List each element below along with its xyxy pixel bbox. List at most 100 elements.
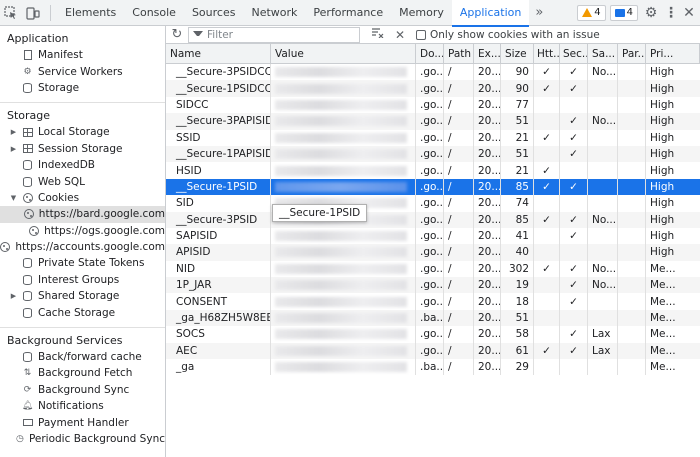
sidebar-item-cache-storage[interactable]: Cache Storage bbox=[0, 304, 165, 320]
column-header-priority[interactable]: Pri... bbox=[646, 44, 700, 63]
sidebar-item-private-state-tokens[interactable]: Private State Tokens bbox=[0, 255, 165, 271]
table-row[interactable]: APISID .go.../20... 40 High bbox=[166, 244, 700, 261]
sidebar-item-periodic-background-sync[interactable]: ◷ Periodic Background Sync bbox=[0, 431, 165, 447]
column-header-value[interactable]: Value bbox=[271, 44, 416, 63]
section-divider bbox=[0, 326, 165, 328]
sidebar-item-payment-handler[interactable]: Payment Handler bbox=[0, 414, 165, 430]
column-header-domain[interactable]: Do... bbox=[416, 44, 444, 63]
table-row[interactable]: __Secure-1PSID .go.../20... 85 ✓ ✓ High bbox=[166, 178, 700, 196]
only-issues-checkbox-row[interactable]: Only show cookies with an issue bbox=[416, 29, 600, 41]
cell-name: CONSENT bbox=[166, 293, 271, 310]
cell-partition-key bbox=[618, 129, 646, 146]
inspect-element-icon[interactable] bbox=[0, 0, 22, 26]
cell-priority: Me... bbox=[650, 295, 676, 308]
table-row[interactable]: _ga .ba.../20... 29 Me... bbox=[166, 359, 700, 376]
sidebar-item-shared-storage[interactable]: ▶ Shared Storage bbox=[0, 288, 165, 304]
tab-elements[interactable]: Elements bbox=[57, 0, 124, 26]
cell-expires: 20... bbox=[474, 80, 501, 97]
database-icon bbox=[22, 82, 33, 93]
tab-network[interactable]: Network bbox=[243, 0, 305, 26]
column-header-httponly[interactable]: Htt... bbox=[534, 44, 560, 63]
tab-performance[interactable]: Performance bbox=[305, 0, 391, 26]
sidebar-item-indexeddb[interactable]: IndexedDB bbox=[0, 157, 165, 173]
column-header-size[interactable]: Size bbox=[501, 44, 534, 63]
column-header-name[interactable]: Name bbox=[166, 44, 271, 63]
warnings-badge[interactable]: 4 bbox=[577, 4, 606, 21]
cell-size: 77 bbox=[501, 96, 534, 114]
table-row[interactable]: __Secure-1PAPISID .go.../20... 51 ✓ High bbox=[166, 145, 700, 163]
more-options-icon[interactable]: ⋮ bbox=[664, 4, 678, 22]
table-row[interactable]: SAPISID .go.../20... 41 ✓ High bbox=[166, 227, 700, 245]
table-row[interactable]: SSID .go.../20... 21 ✓ ✓ High bbox=[166, 129, 700, 146]
sidebar-item-storage[interactable]: Storage bbox=[0, 80, 165, 96]
delete-selected-icon[interactable]: ✕ bbox=[392, 28, 408, 42]
close-devtools-icon[interactable]: ✕ bbox=[682, 4, 696, 22]
sidebar-item-label: Storage bbox=[38, 81, 80, 94]
sidebar-item-back-forward-cache[interactable]: Back/forward cache bbox=[0, 349, 165, 365]
column-header-samesite[interactable]: Sa... bbox=[588, 44, 618, 63]
table-row[interactable]: HSID .go.../20... 21 ✓ High bbox=[166, 162, 700, 179]
column-header-secure[interactable]: Sec... bbox=[560, 44, 588, 63]
sidebar-item-manifest[interactable]: Manifest bbox=[0, 47, 165, 63]
clear-filtered-icon[interactable] bbox=[370, 28, 386, 41]
cell-path: / bbox=[444, 211, 474, 228]
expand-arrow-icon[interactable]: ▶ bbox=[9, 145, 18, 153]
table-row[interactable]: _ga_H68ZH5W8EE .ba.../20... 51 Me... bbox=[166, 309, 700, 327]
cell-size: 51 bbox=[501, 309, 534, 327]
messages-badge[interactable]: 4 bbox=[609, 4, 638, 21]
cell-path: / bbox=[444, 80, 474, 97]
tab-console[interactable]: Console bbox=[124, 0, 184, 26]
cell-partition-key bbox=[618, 309, 646, 327]
table-row[interactable]: __Secure-3PSID .go.../20... 85 ✓ ✓ No... High bbox=[166, 211, 700, 228]
sidebar-item-background-sync[interactable]: ⟳ Background Sync bbox=[0, 382, 165, 398]
sidebar-item-notifications[interactable]: 🔔︎ Notifications bbox=[0, 398, 165, 414]
sidebar-item-label: https://bard.google.com bbox=[38, 208, 165, 221]
cell-name: _ga_H68ZH5W8EE bbox=[166, 309, 271, 327]
sidebar-item-background-fetch[interactable]: ⇅ Background Fetch bbox=[0, 365, 165, 381]
column-header-expires[interactable]: Ex... bbox=[474, 44, 501, 63]
table-row[interactable]: 1P_JAR .go.../20... 19 ✓ No... Me... bbox=[166, 277, 700, 294]
table-row[interactable]: SIDCC .go.../20... 77 High bbox=[166, 96, 700, 114]
filter-box[interactable] bbox=[188, 26, 360, 43]
column-header-path[interactable]: Path bbox=[444, 44, 474, 63]
cell-expires: 20... bbox=[474, 260, 501, 278]
tab-application[interactable]: Application bbox=[451, 0, 530, 27]
expand-arrow-icon[interactable]: ▶ bbox=[9, 128, 18, 136]
table-row[interactable]: SOCS .go.../20... 58 ✓ Lax Me... bbox=[166, 326, 700, 343]
table-row[interactable]: SID .go.../20... 74 High bbox=[166, 195, 700, 212]
table-row[interactable]: NID .go.../20... 302 ✓ ✓ No... Me... bbox=[166, 260, 700, 278]
sidebar-item-local-storage[interactable]: ▶ Local Storage bbox=[0, 124, 165, 140]
table-row[interactable]: __Secure-3PAPISID .go.../20... 51 ✓ No... Hig… bbox=[166, 113, 700, 130]
sidebar-item-service-workers[interactable]: ⚙ Service Workers bbox=[0, 63, 165, 79]
sidebar-item-label: Web SQL bbox=[38, 175, 86, 188]
only-issues-checkbox[interactable] bbox=[416, 29, 426, 40]
gear-icon: ⚙ bbox=[23, 66, 32, 77]
sidebar-item-cookie-bard[interactable]: https://bard.google.com bbox=[0, 206, 165, 223]
more-tabs-button[interactable]: » bbox=[529, 5, 549, 20]
table-row[interactable]: __Secure-3PSIDCC .go.../20... 90 ✓ ✓ No... Hig… bbox=[166, 64, 700, 81]
cell-size: 21 bbox=[501, 129, 534, 146]
sidebar-item-interest-groups[interactable]: Interest Groups bbox=[0, 272, 165, 288]
tab-sources[interactable]: Sources bbox=[184, 0, 244, 26]
cell-size: 61 bbox=[501, 342, 534, 360]
cell-partition-key bbox=[618, 145, 646, 163]
column-header-partition-key[interactable]: Par... bbox=[618, 44, 646, 63]
settings-gear-icon[interactable]: ⚙ bbox=[642, 4, 660, 22]
tab-memory[interactable]: Memory bbox=[391, 0, 452, 26]
sidebar-item-cookie-accounts[interactable]: https://accounts.google.com bbox=[0, 239, 165, 255]
sidebar-item-session-storage[interactable]: ▶ Session Storage bbox=[0, 141, 165, 157]
table-row[interactable]: __Secure-1PSIDCC .go.../20... 90 ✓ ✓ High bbox=[166, 80, 700, 97]
table-row[interactable]: AEC .go.../20... 61 ✓ ✓ Lax Me... bbox=[166, 342, 700, 360]
cell-httponly: ✓ bbox=[534, 129, 560, 146]
sidebar-item-cookies[interactable]: ▼ Cookies bbox=[0, 190, 165, 206]
collapse-arrow-icon[interactable]: ▼ bbox=[9, 194, 18, 202]
filter-input[interactable] bbox=[207, 28, 347, 41]
device-toolbar-icon[interactable] bbox=[22, 0, 44, 26]
cell-samesite: No... bbox=[588, 211, 618, 228]
expand-arrow-icon[interactable]: ▶ bbox=[9, 292, 18, 300]
sidebar-item-web-sql[interactable]: Web SQL bbox=[0, 173, 165, 189]
sidebar-item-cookie-ogs[interactable]: https://ogs.google.com bbox=[0, 223, 165, 239]
refresh-icon[interactable]: ↻ bbox=[166, 27, 188, 42]
table-row[interactable]: CONSENT .go.../20... 18 ✓ Me... bbox=[166, 293, 700, 310]
cell-httponly bbox=[534, 195, 560, 212]
